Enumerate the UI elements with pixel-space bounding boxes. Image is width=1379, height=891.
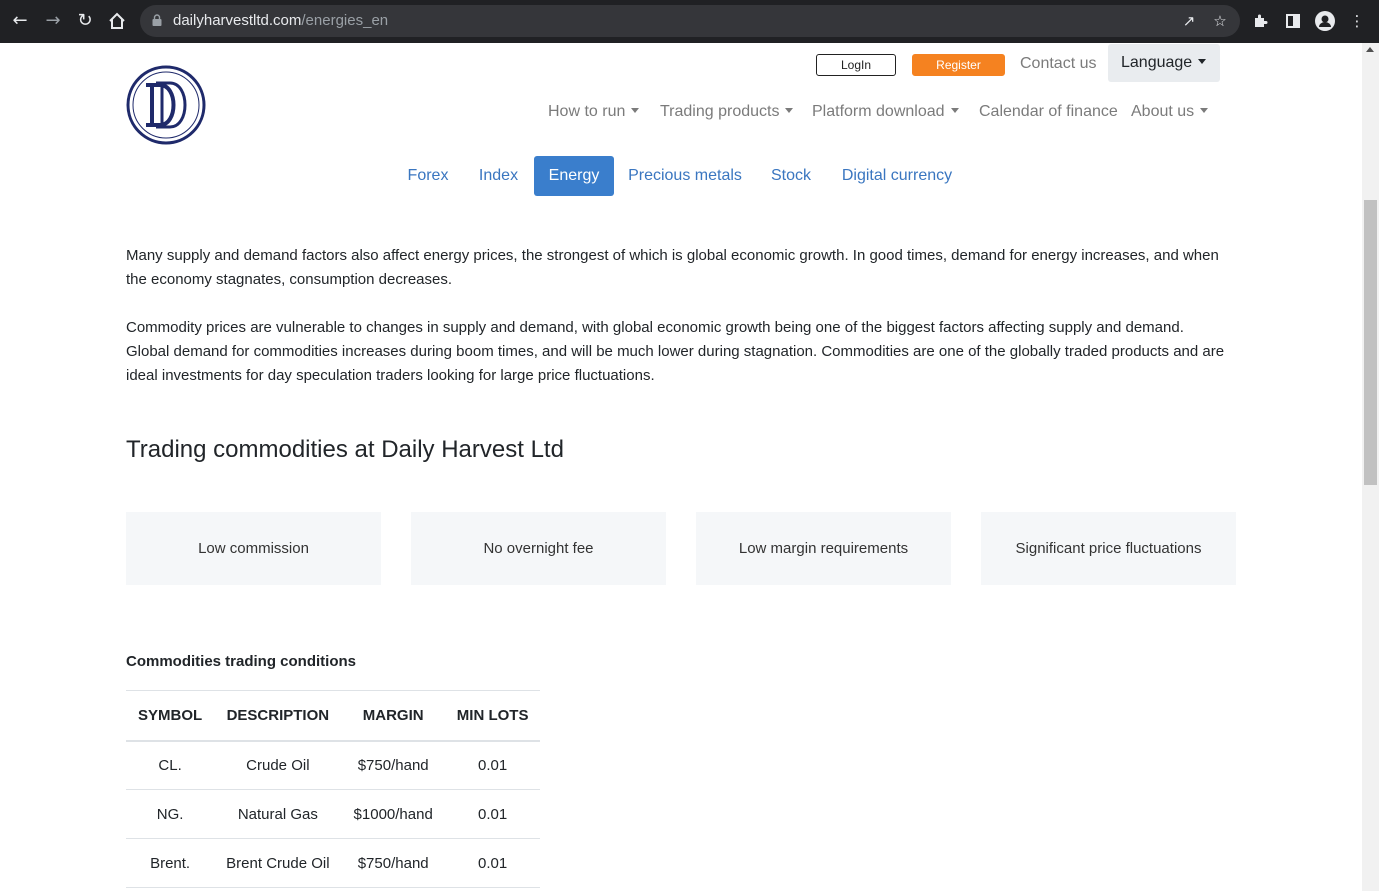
home-icon[interactable] [106, 10, 128, 32]
nav-calendar-of-finance[interactable]: Calendar of finance [979, 101, 1118, 125]
contact-link[interactable]: Contact us [1020, 54, 1096, 74]
chevron-down-icon [1200, 107, 1209, 113]
scroll-up-icon[interactable] [1366, 47, 1374, 52]
cell-min-lots: 0.01 [444, 740, 541, 790]
cell-symbol: Brent. [126, 838, 215, 888]
nav-label: Platform download [812, 103, 945, 120]
cell-min-lots: 0.01 [444, 838, 541, 888]
column-header: DESCRIPTION [214, 690, 342, 742]
nav-label: How to run [548, 103, 626, 120]
cell-margin: $750/hand [341, 838, 445, 888]
page-scrollbar[interactable] [1362, 43, 1379, 891]
feature-card: Low margin requirements [696, 512, 951, 585]
cell-description: Brent Crude Oil [214, 838, 342, 888]
column-header: MARGIN [341, 690, 445, 742]
cell-description: Crude Oil [214, 740, 342, 790]
login-button[interactable]: LogIn [816, 54, 896, 76]
trading-conditions-table: SYMBOL DESCRIPTION MARGIN MIN LOTS CL. C… [126, 690, 541, 888]
nav-platform-download[interactable]: Platform download [812, 101, 959, 125]
table-row: Brent. Brent Crude Oil $750/hand 0.01 [126, 838, 541, 888]
scrollbar-thumb[interactable] [1364, 200, 1377, 485]
share-icon[interactable]: ↗ [1180, 12, 1198, 30]
chevron-down-icon [785, 107, 794, 113]
intro-paragraph: Many supply and demand factors also affe… [126, 247, 1219, 288]
back-icon[interactable]: ← [9, 10, 31, 32]
extensions-icon[interactable] [1250, 11, 1270, 31]
language-label: Language [1121, 54, 1193, 71]
chevron-down-icon [1198, 58, 1207, 64]
cell-min-lots: 0.01 [444, 789, 541, 839]
menu-icon[interactable]: ⋮ [1347, 11, 1367, 31]
table-row: CL. Crude Oil $750/hand 0.01 [126, 740, 541, 790]
feature-card: Low commission [126, 512, 381, 585]
feature-card: Significant price fluctuations [981, 512, 1236, 585]
tab-energy[interactable]: Energy [534, 156, 614, 196]
tab-index[interactable]: Index [467, 156, 530, 196]
star-icon[interactable]: ☆ [1211, 12, 1229, 30]
cell-symbol: CL. [126, 740, 215, 790]
nav-how-to-run[interactable]: How to run [548, 101, 640, 125]
nav-about-us[interactable]: About us [1131, 101, 1209, 125]
chevron-down-icon [631, 107, 640, 113]
tab-forex[interactable]: Forex [397, 156, 459, 196]
tab-digital-currency[interactable]: Digital currency [832, 156, 962, 196]
nav-trading-products[interactable]: Trading products [660, 101, 794, 125]
company-logo[interactable] [126, 65, 206, 145]
tab-precious-metals[interactable]: Precious metals [620, 156, 750, 196]
column-header: MIN LOTS [444, 690, 541, 742]
column-header: SYMBOL [126, 690, 215, 742]
commodity-paragraph: Commodity prices are vulnerable to chang… [126, 319, 1225, 384]
address-bar[interactable]: dailyharvestltd.com/energies_en ↗ ☆ [140, 5, 1240, 37]
url-text: dailyharvestltd.com/energies_en [173, 12, 389, 29]
nav-label: Trading products [660, 103, 780, 120]
table-row: NG. Natural Gas $1000/hand 0.01 [126, 789, 541, 839]
nav-label: Calendar of finance [979, 103, 1118, 120]
feature-card: No overnight fee [411, 512, 666, 585]
nav-label: About us [1131, 103, 1195, 120]
table-title: Commodities trading conditions [126, 653, 357, 670]
language-dropdown[interactable]: Language [1108, 44, 1220, 82]
sidepanel-icon[interactable] [1283, 11, 1303, 31]
browser-toolbar: ← → ↻ dailyharvestltd.com/energies_en ↗ … [0, 0, 1379, 43]
cell-description: Natural Gas [214, 789, 342, 839]
forward-icon[interactable]: → [42, 10, 64, 32]
reload-icon[interactable]: ↻ [74, 10, 96, 32]
cell-margin: $750/hand [341, 740, 445, 790]
cell-margin: $1000/hand [341, 789, 445, 839]
table-header-row: SYMBOL DESCRIPTION MARGIN MIN LOTS [126, 690, 541, 742]
profile-icon[interactable] [1315, 11, 1335, 31]
section-title: Trading commodities at Daily Harvest Ltd [126, 436, 564, 463]
register-button[interactable]: Register [912, 54, 1005, 76]
chevron-down-icon [950, 107, 959, 113]
lock-icon [152, 14, 162, 26]
tab-stock[interactable]: Stock [760, 156, 822, 196]
cell-symbol: NG. [126, 789, 215, 839]
